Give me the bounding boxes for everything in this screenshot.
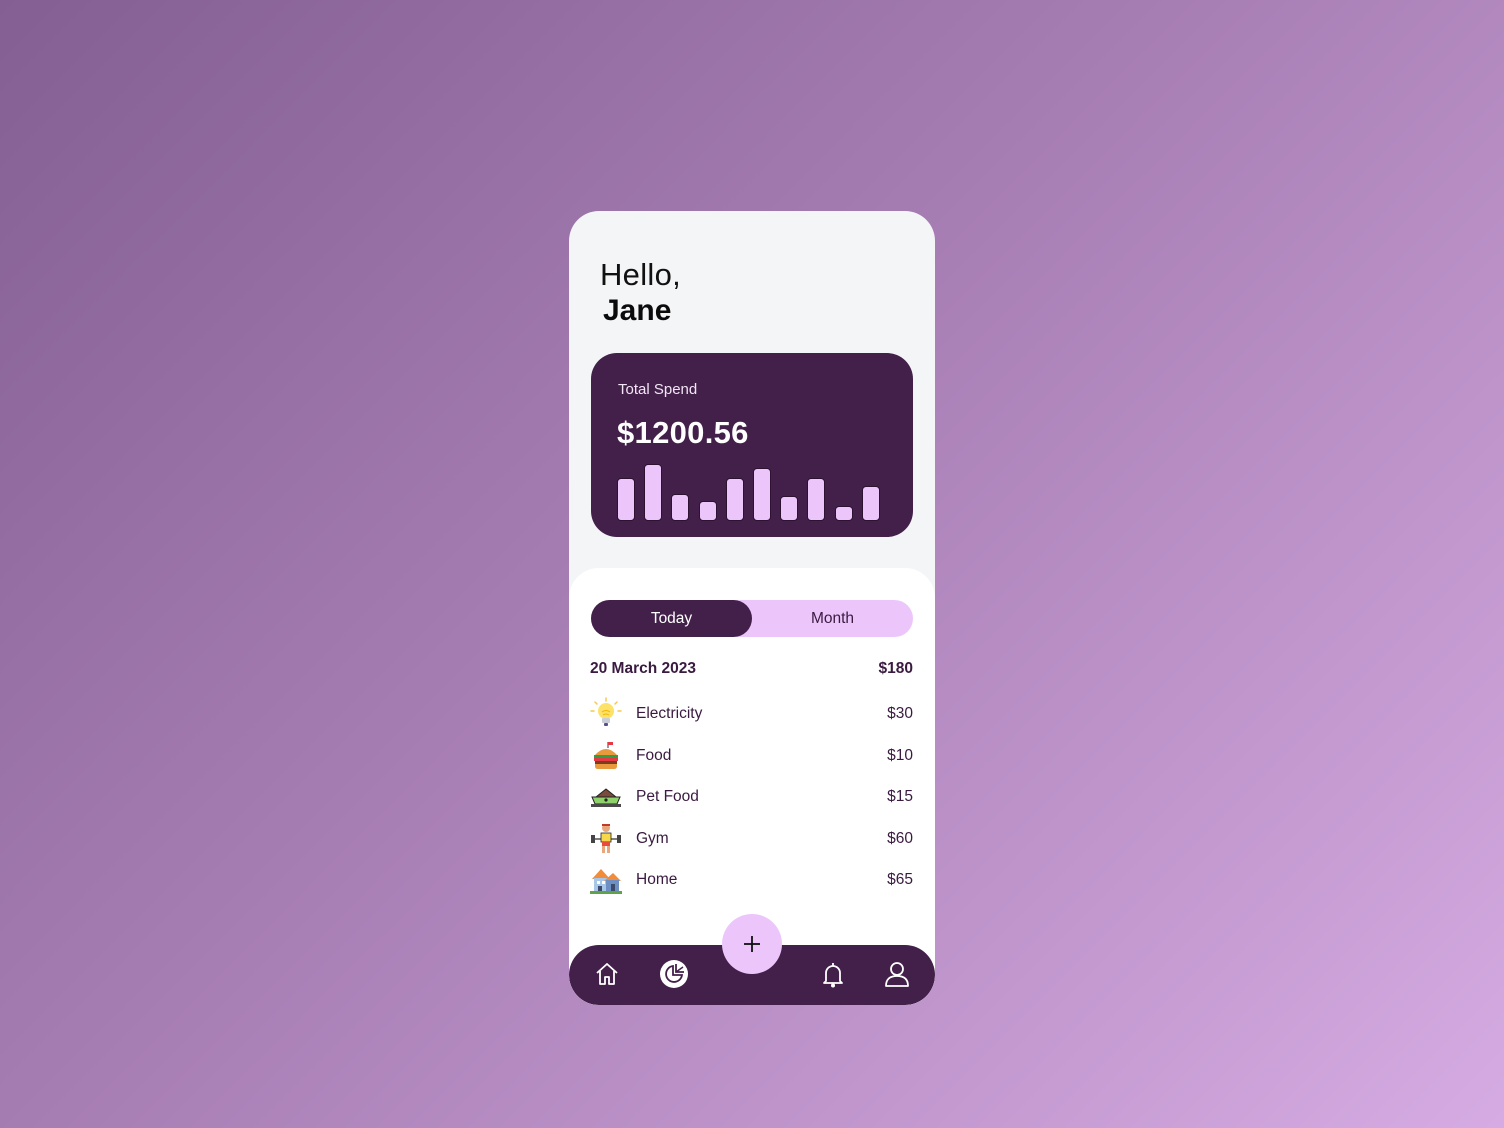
transaction-list: Electricity $30 Food $10 Pet Food $15 Gy… [590,695,913,903]
day-date: 20 March 2023 [590,660,696,677]
greeting-hello: Hello, [600,257,682,292]
home-icon[interactable] [592,959,622,989]
greeting: Hello, Jane [600,257,681,329]
transaction-name: Food [636,746,672,764]
user-icon[interactable] [882,959,912,989]
bell-icon[interactable] [818,959,848,989]
spend-bar [671,494,690,521]
user-name: Jane [603,294,672,327]
house-icon [590,869,622,894]
transaction-amount: $30 [887,705,913,722]
transaction-amount: $60 [887,829,913,847]
spend-bar [861,486,880,521]
burger-icon [594,741,618,769]
transaction-name: Pet Food [636,788,699,805]
list-item[interactable]: Gym $60 [590,820,913,862]
spend-bar [698,501,717,521]
list-item[interactable]: Pet Food $15 [590,778,913,820]
transaction-name: Gym [636,829,669,847]
spend-bar [834,506,853,521]
add-button[interactable] [722,914,782,974]
spend-bar [644,464,663,521]
total-spend-card[interactable]: Total Spend $1200.56 [591,353,913,537]
spend-bar [725,478,744,521]
spend-bar [780,496,799,521]
spend-bar-chart [617,453,887,521]
phone-screen: Hello, Jane Total Spend $1200.56 Today M… [569,211,935,1005]
transaction-amount: $65 [887,871,913,888]
total-spend-amount: $1200.56 [617,415,749,450]
day-summary: 20 March 2023 $180 [590,660,913,678]
list-item[interactable]: Food $10 [590,737,913,779]
transaction-amount: $10 [887,746,913,764]
pet-bowl-icon [591,788,621,807]
day-total: $180 [878,660,913,677]
pie-chart-icon[interactable] [659,959,689,989]
period-toggle: Today Month [591,600,913,637]
transaction-name: Electricity [636,705,703,722]
tab-month[interactable]: Month [752,600,913,637]
spend-bar [807,478,826,521]
add-icon [744,936,760,952]
list-item[interactable]: Electricity $30 [590,695,913,737]
total-spend-label: Total Spend [618,381,698,398]
transaction-amount: $15 [887,788,913,805]
spend-bar [617,478,635,521]
transaction-name: Home [636,871,678,888]
spend-bar [753,468,771,521]
weightlifter-icon [591,823,621,853]
list-item[interactable]: Home $65 [590,861,913,903]
tab-today[interactable]: Today [591,600,752,637]
lightbulb-icon [590,697,622,726]
